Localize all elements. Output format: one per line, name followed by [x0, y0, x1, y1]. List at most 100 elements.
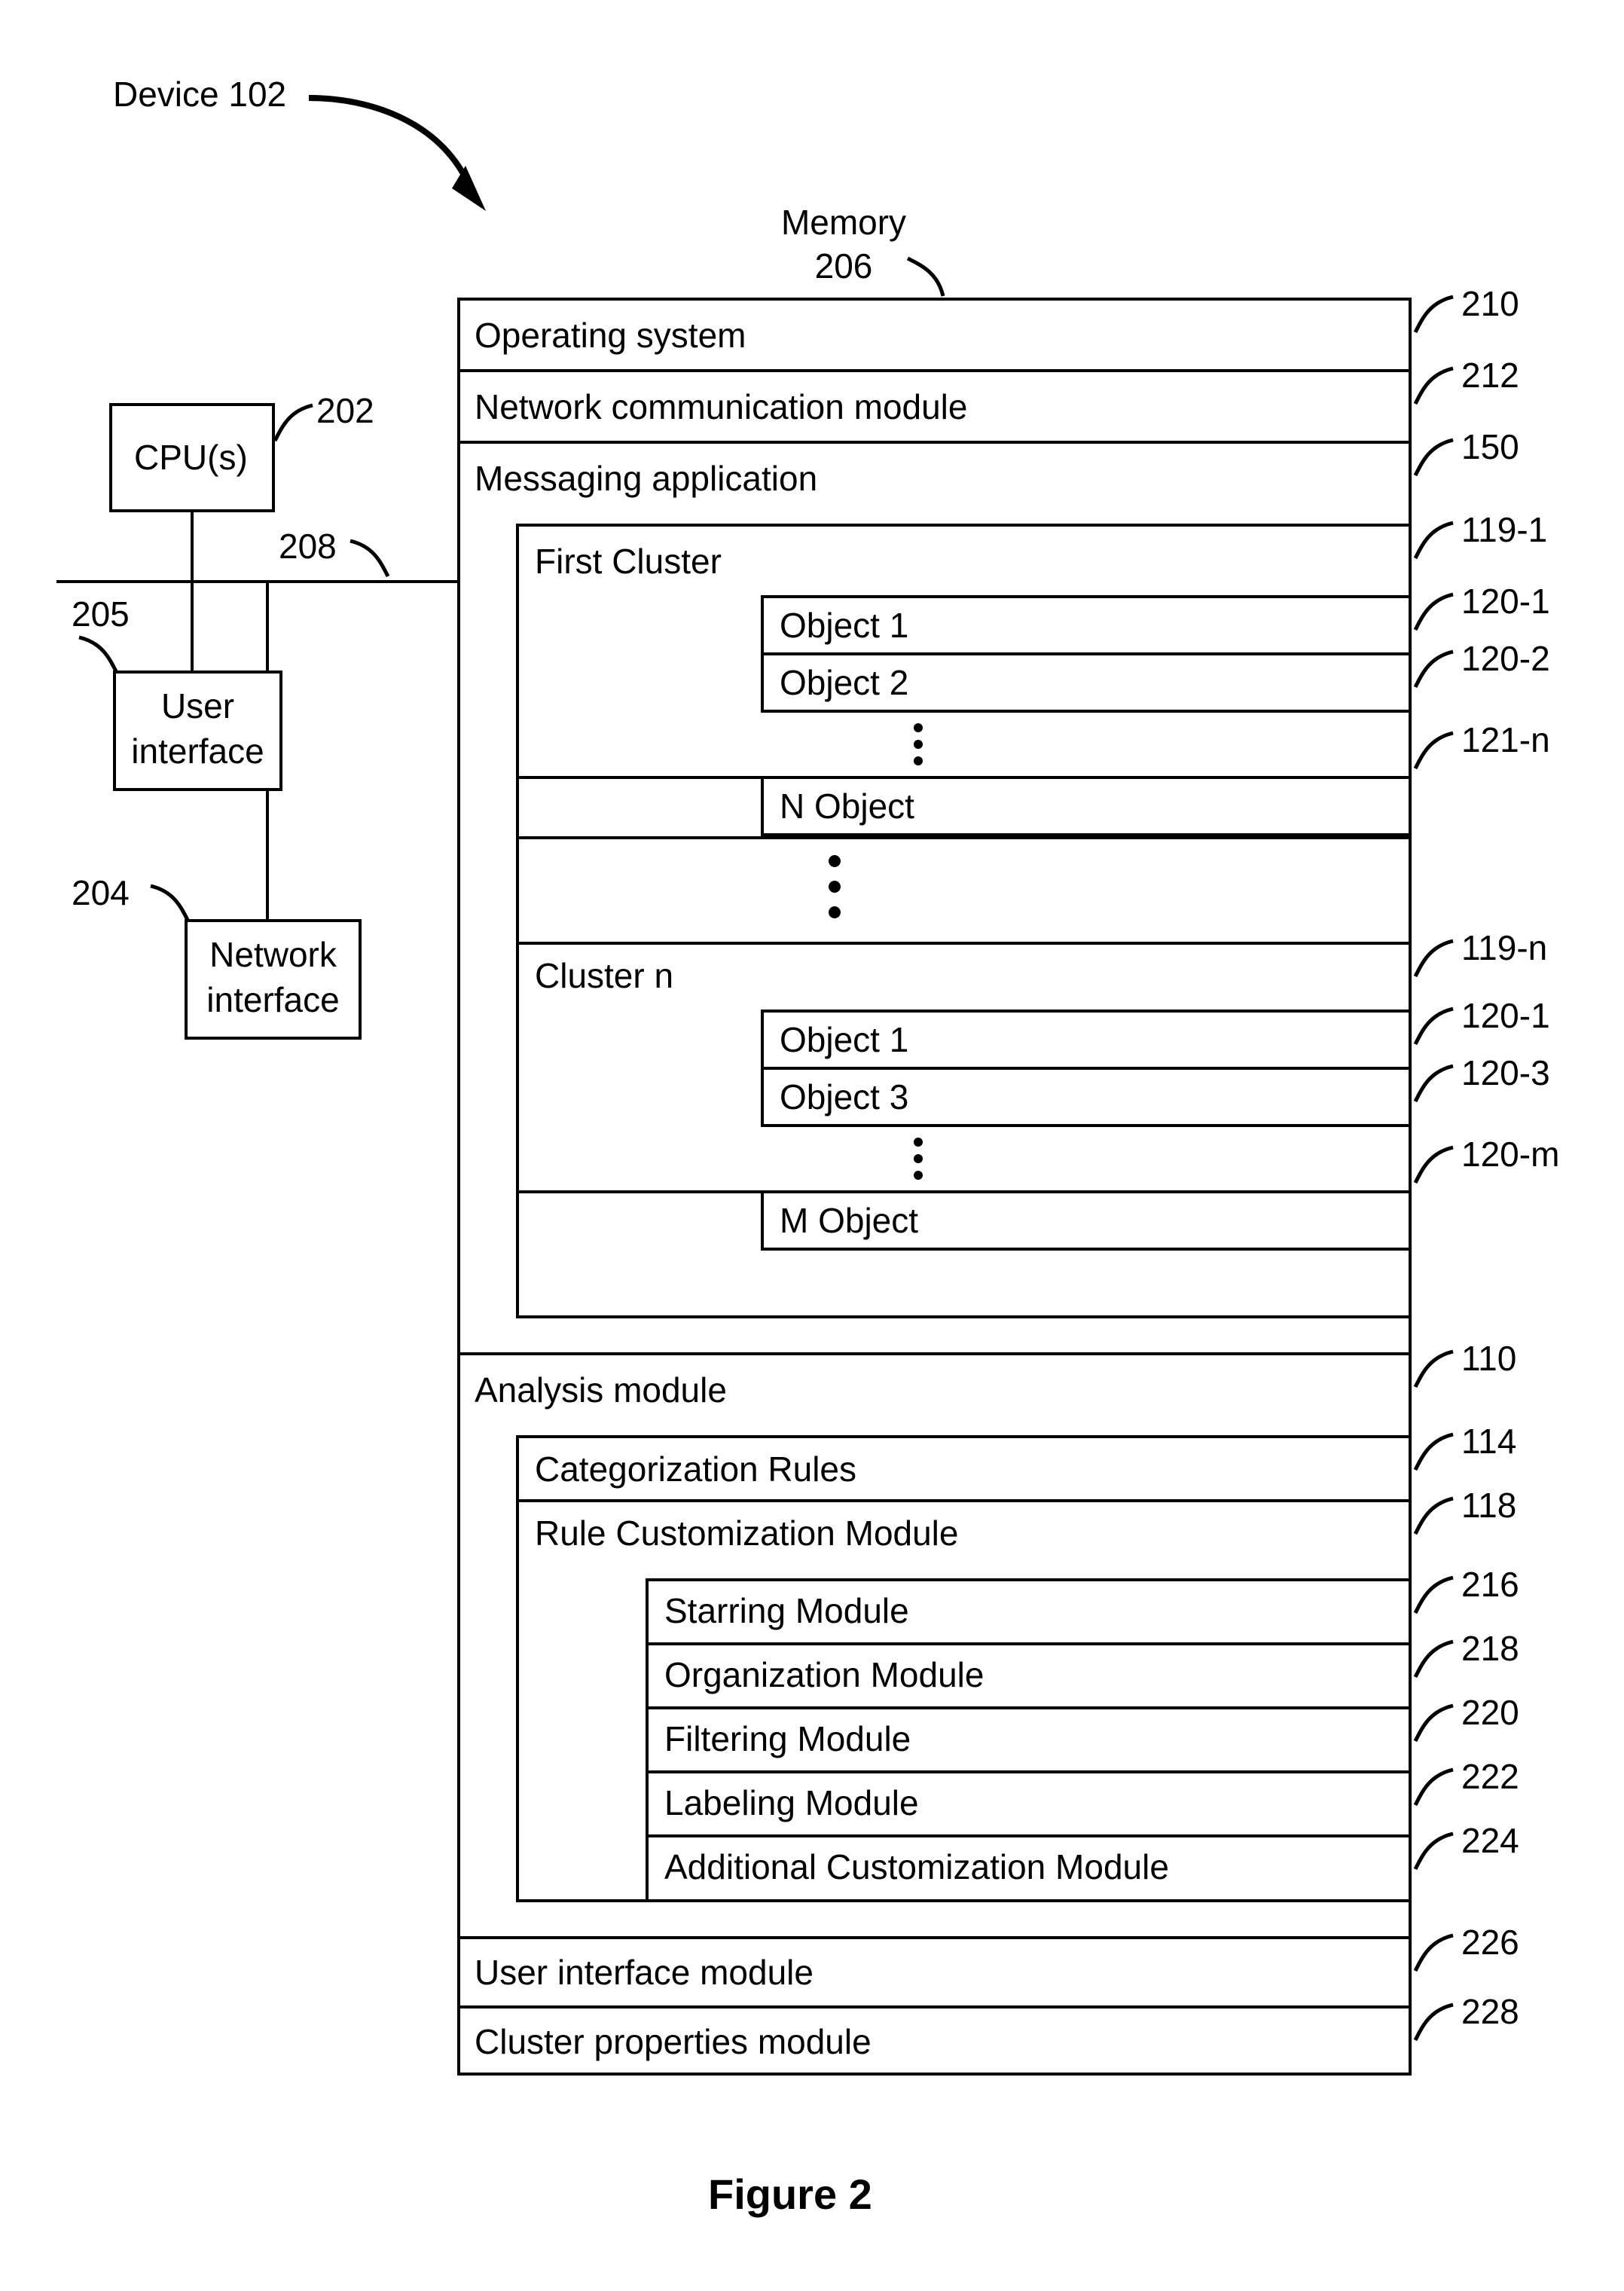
cn-object-1-ref: 120-1 — [1461, 997, 1550, 1035]
additional-custom-ref: 224 — [1461, 1822, 1519, 1860]
row-divider — [646, 1834, 1412, 1837]
m-object-label: M Object — [780, 1202, 918, 1240]
callout-icon — [346, 535, 392, 580]
callout-icon — [1412, 1346, 1457, 1391]
network-interface-ref: 204 — [72, 874, 130, 912]
inner-left-wall — [646, 1578, 649, 1902]
callout-icon — [1412, 1141, 1457, 1187]
analysis-module-ref: 110 — [1461, 1339, 1516, 1378]
msg-ref: 150 — [1461, 428, 1519, 466]
diagram-canvas: Device 102 CPU(s) 202 208 User interface… — [0, 0, 1624, 2291]
row-divider — [457, 441, 1412, 444]
callout-icon — [1412, 1999, 1457, 2044]
row-divider — [457, 1936, 1412, 1939]
cat-rules-label: Categorization Rules — [535, 1450, 856, 1489]
first-cluster-ref: 119-1 — [1461, 511, 1547, 549]
callout-icon — [1412, 1764, 1457, 1809]
callout-icon — [1412, 935, 1457, 980]
callout-icon — [1412, 727, 1457, 772]
cluster-properties-ref: 228 — [1461, 1993, 1519, 2031]
cpu-ref: 202 — [316, 392, 374, 430]
callout-icon — [1412, 1060, 1457, 1105]
callout-icon — [1412, 1929, 1457, 1975]
callout-icon — [1412, 517, 1457, 562]
device-label: Device 102 — [113, 75, 286, 114]
row-divider — [457, 369, 1412, 372]
filtering-ref: 220 — [1461, 1694, 1519, 1732]
network-interface-label-1: Network — [185, 936, 362, 974]
n-object-ref: 121-n — [1461, 721, 1550, 759]
callout-icon — [1412, 434, 1457, 479]
row-divider — [646, 1706, 1412, 1709]
analysis-module-label: Analysis module — [475, 1371, 727, 1410]
callout-icon — [1412, 646, 1457, 691]
rule-custom-ref: 118 — [1461, 1486, 1516, 1525]
callout-icon — [1412, 362, 1457, 408]
cluster-n-ref: 119-n — [1461, 929, 1547, 967]
memory-label: Memory — [761, 203, 926, 242]
callout-icon — [904, 255, 949, 300]
cat-rules-ref: 114 — [1461, 1422, 1516, 1461]
device-arrow-icon — [301, 75, 497, 226]
callout-icon — [1412, 291, 1457, 336]
cpu-label: CPU(s) — [134, 438, 248, 477]
callout-icon — [1412, 1003, 1457, 1048]
memory-ref: 206 — [761, 247, 926, 286]
labeling-label: Labeling Module — [664, 1784, 919, 1822]
user-interface-module-label: User interface module — [475, 1953, 814, 1992]
row-divider — [516, 1499, 1412, 1502]
callout-icon — [271, 399, 316, 444]
user-interface-ref: 205 — [72, 595, 130, 634]
organization-label: Organization Module — [664, 1656, 984, 1694]
additional-custom-label: Additional Customization Module — [664, 1848, 1169, 1886]
callout-icon — [147, 880, 192, 925]
bus-ref: 208 — [279, 527, 337, 566]
callout-icon — [1412, 588, 1457, 634]
ellipsis-icon — [914, 1138, 923, 1180]
connector-line — [191, 512, 194, 580]
filtering-label: Filtering Module — [664, 1720, 911, 1758]
cluster-properties-label: Cluster properties module — [475, 2023, 872, 2061]
rule-custom-label: Rule Customization Module — [535, 1514, 959, 1553]
organization-ref: 218 — [1461, 1630, 1519, 1668]
ellipsis-icon — [829, 855, 841, 918]
object-1-label: Object 1 — [780, 606, 908, 645]
callout-icon — [1412, 1492, 1457, 1538]
connector-line — [191, 580, 194, 670]
starring-label: Starring Module — [664, 1592, 909, 1630]
first-cluster-label: First Cluster — [535, 542, 722, 581]
object-2-ref: 120-2 — [1461, 640, 1550, 678]
callout-icon — [1412, 1572, 1457, 1617]
net-ref: 212 — [1461, 356, 1519, 395]
callout-icon — [75, 631, 121, 677]
os-ref: 210 — [1461, 285, 1519, 323]
callout-icon — [1412, 1700, 1457, 1745]
callout-icon — [1412, 1828, 1457, 1873]
user-interface-label-2: interface — [113, 732, 282, 771]
msg-label: Messaging application — [475, 460, 817, 498]
object-1-ref: 120-1 — [1461, 582, 1550, 621]
row-divider — [646, 1770, 1412, 1773]
row-divider — [646, 1578, 1412, 1581]
row-divider — [516, 942, 1412, 945]
starring-ref: 216 — [1461, 1566, 1519, 1604]
os-label: Operating system — [475, 316, 746, 355]
user-interface-label-1: User — [113, 687, 282, 725]
ellipsis-icon — [914, 723, 923, 765]
callout-icon — [1412, 1428, 1457, 1474]
row-divider — [646, 1642, 1412, 1645]
net-label: Network communication module — [475, 388, 968, 426]
m-object-ref: 120-m — [1461, 1135, 1559, 1174]
row-divider — [457, 1352, 1412, 1355]
figure-caption: Figure 2 — [708, 2170, 872, 2219]
cn-object-3-ref: 120-3 — [1461, 1054, 1550, 1092]
cn-object-3-label: Object 3 — [780, 1078, 908, 1116]
n-object-label: N Object — [780, 787, 914, 826]
labeling-ref: 222 — [1461, 1758, 1519, 1796]
cn-object-1-label: Object 1 — [780, 1021, 908, 1059]
callout-icon — [1412, 1636, 1457, 1681]
cluster-n-label: Cluster n — [535, 957, 673, 995]
row-divider — [457, 2005, 1412, 2008]
object-2-label: Object 2 — [780, 664, 908, 702]
user-interface-module-ref: 226 — [1461, 1923, 1519, 1962]
